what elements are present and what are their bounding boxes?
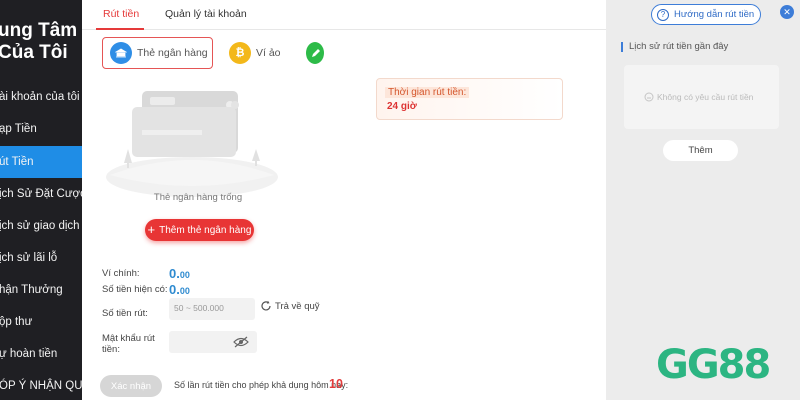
sidebar-item-feedback[interactable]: ÓP Ý NHẬN QUÀ <box>0 370 82 400</box>
return-label: Trả về quỹ <box>275 300 320 312</box>
main-panel: Rút tiền Quản lý tài khoản Thẻ ngân hàng… <box>82 0 606 400</box>
sidebar-item-rewards[interactable]: hận Thưởng <box>0 274 82 306</box>
eye-hidden-icon[interactable] <box>233 336 249 348</box>
empty-card-illustration <box>106 91 278 197</box>
history-panel: ? Hướng dẫn rút tiền ✕ Lịch sử rút tiền … <box>606 0 800 400</box>
sidebar-item-bet-history[interactable]: ịch Sử Đặt Cược <box>0 178 82 210</box>
withdraw-time-value: 24 giờ <box>387 101 417 112</box>
sidebar-item-label: ịch sử lãi lỗ <box>0 252 58 264</box>
sidebar-item-label: ịch sử giao dịch <box>0 220 80 232</box>
sidebar-item-deposit[interactable]: ạp Tiền <box>0 113 82 145</box>
sidebar-item-label: ài khoản của tôi <box>0 91 80 103</box>
sidebar-item-withdraw[interactable]: út Tiền <box>0 146 82 178</box>
sidebar-item-label: ÓP Ý NHẬN QUÀ <box>0 380 82 392</box>
sidebar-item-account[interactable]: ài khoản của tôi <box>0 81 82 113</box>
sidebar-item-label: ạp Tiền <box>0 123 37 135</box>
history-title: Lịch sử rút tiền gần đây <box>621 42 728 52</box>
add-bank-card-button[interactable]: + Thêm thẻ ngân hàng <box>145 219 254 241</box>
daily-limit-label: Số lần rút tiền cho phép khả dụng hôm na… <box>174 380 349 390</box>
method-edit[interactable] <box>299 37 329 69</box>
empty-box-icon <box>644 92 654 102</box>
method-wallet-label: Ví ảo <box>256 47 281 59</box>
tab-bar: Rút tiền Quản lý tài khoản <box>82 0 606 30</box>
plus-icon: + <box>147 222 156 237</box>
pencil-icon <box>306 42 324 64</box>
withdraw-time-notice: Thời gian rút tiền: 24 giờ <box>376 78 563 120</box>
guide-label: Hướng dẫn rút tiền <box>674 9 755 20</box>
more-button[interactable]: Thêm <box>663 140 738 161</box>
sidebar: ung Tâm Của Tôi ài khoản của tôi ạp Tiền… <box>0 0 82 400</box>
main-wallet-value: 0.00 <box>169 266 190 281</box>
current-balance-value: 0.00 <box>169 282 190 297</box>
daily-limit-value: 10 <box>329 377 343 391</box>
bank-empty-text: Thẻ ngân hàng trống <box>153 192 243 203</box>
return-to-wallet-button[interactable]: Trả về quỹ <box>260 300 320 312</box>
main-wallet-integer: 0. <box>169 266 180 281</box>
bank-icon <box>110 42 132 64</box>
method-e-wallet[interactable]: ₿ Ví ảo <box>222 37 284 69</box>
method-bank-label: Thẻ ngân hàng <box>137 47 208 59</box>
history-empty-box: Không có yêu cầu rút tiền <box>624 65 779 129</box>
bitcoin-icon: ₿ <box>229 42 251 64</box>
main-wallet-decimals: 00 <box>179 270 190 280</box>
confirm-button[interactable]: Xác nhận <box>100 375 162 397</box>
history-empty-text: Không có yêu cầu rút tiền <box>657 92 754 102</box>
active-tab-indicator <box>96 28 144 30</box>
sidebar-item-label: ịch Sử Đặt Cược <box>0 188 82 200</box>
sidebar-item-label: út Tiền <box>0 156 34 168</box>
withdraw-password-input[interactable] <box>169 331 257 353</box>
tab-withdraw[interactable]: Rút tiền <box>103 8 139 20</box>
withdraw-guide-button[interactable]: ? Hướng dẫn rút tiền <box>651 4 761 25</box>
close-icon[interactable]: ✕ <box>780 5 794 19</box>
tab-account-management[interactable]: Quản lý tài khoản <box>165 8 247 20</box>
current-balance-label: Số tiền hiện có: <box>102 284 168 295</box>
help-icon: ? <box>657 8 669 21</box>
sidebar-item-label: hận Thưởng <box>0 284 63 296</box>
withdraw-amount-input[interactable]: 50 ~ 500.000 <box>169 298 255 320</box>
main-wallet-label: Ví chính: <box>102 268 140 279</box>
withdraw-password-label: Mật khẩu rút tiền: <box>102 333 155 355</box>
refresh-icon <box>261 300 271 311</box>
sidebar-title: ung Tâm Của Tôi <box>0 20 78 63</box>
add-bank-label: Thêm thẻ ngân hàng <box>159 224 252 236</box>
page-root: ung Tâm Của Tôi ài khoản của tôi ạp Tiền… <box>0 0 800 400</box>
withdraw-time-label: Thời gian rút tiền: <box>385 87 470 98</box>
sidebar-item-rebate[interactable]: ự hoàn tiền <box>0 338 82 370</box>
amount-placeholder: 50 ~ 500.000 <box>174 303 224 313</box>
method-bank-card[interactable]: Thẻ ngân hàng <box>102 37 213 69</box>
withdraw-amount-label: Số tiền rút: <box>102 308 148 319</box>
history-empty-message: Không có yêu cầu rút tiền <box>644 92 753 102</box>
sidebar-item-label: ự hoàn tiền <box>0 348 58 360</box>
current-balance-decimals: 00 <box>179 286 190 296</box>
sidebar-item-profit-loss[interactable]: ịch sử lãi lỗ <box>0 242 82 274</box>
current-balance-integer: 0. <box>169 282 180 297</box>
sidebar-item-transaction-history[interactable]: ịch sử giao dịch <box>0 210 82 242</box>
sidebar-item-label: ộp thư <box>0 316 33 328</box>
gg88-logo: GG88 <box>656 342 771 388</box>
sidebar-item-inbox[interactable]: ộp thư <box>0 306 82 338</box>
